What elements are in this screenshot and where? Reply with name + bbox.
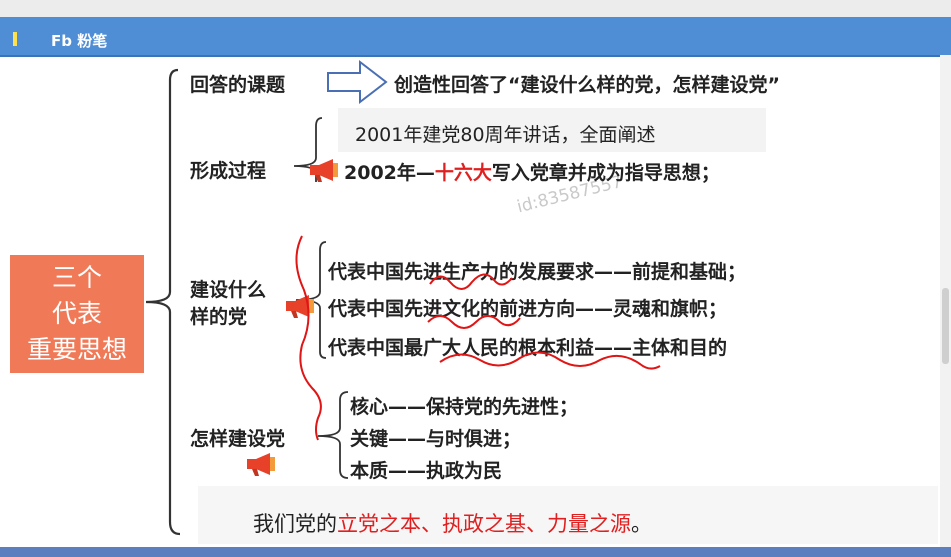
ink-annotations xyxy=(295,235,661,441)
